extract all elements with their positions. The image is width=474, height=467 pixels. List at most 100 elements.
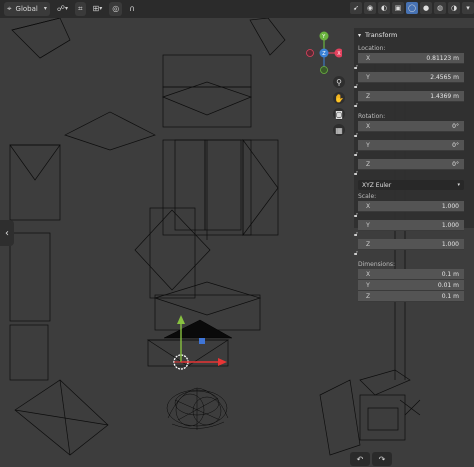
- cursor-tool-button[interactable]: ➹: [350, 2, 362, 14]
- undo-button[interactable]: ↶: [350, 452, 370, 466]
- shading-rendered-button[interactable]: ◑: [448, 2, 460, 14]
- dimensions-x-field[interactable]: X 0.1 m: [358, 269, 464, 280]
- undo-redo-controls: ↶ ↷: [350, 452, 392, 466]
- axis-label: Z: [365, 160, 371, 168]
- axis-label: Z: [365, 92, 371, 100]
- undo-icon: ↶: [356, 454, 364, 464]
- redo-icon: ↷: [378, 454, 386, 464]
- lock-icon[interactable]: 🔓︎: [354, 250, 358, 257]
- xray-button[interactable]: ▣: [392, 2, 404, 14]
- field-value: 0.01 m: [437, 281, 459, 289]
- zoom-icon: ⚲: [336, 77, 342, 87]
- lock-icon[interactable]: 🔓︎: [354, 151, 358, 158]
- transform-orientation-icon: ⌖: [7, 4, 12, 13]
- proportional-edit-icon: ◎: [112, 4, 120, 13]
- scale-y-field[interactable]: Y 1.000: [358, 220, 464, 231]
- axis-label: X: [365, 54, 371, 62]
- camera-view-button[interactable]: ◙: [333, 108, 345, 120]
- axis-label: X: [365, 202, 371, 210]
- shading-popover-button[interactable]: ▾: [462, 2, 474, 14]
- gizmo-neg-x-axis[interactable]: [306, 49, 314, 57]
- overlay-button[interactable]: ◐: [378, 2, 390, 14]
- shading-wireframe-button[interactable]: ◯: [406, 2, 418, 14]
- chevron-down-icon: ▾: [99, 5, 103, 12]
- rotation-mode-value: XYZ Euler: [362, 181, 392, 189]
- viewport-header: ⌖ Global ▾ ☍ ▾ ⌗ ⊞ ▾ ◎ ∩ ➹ ◉ ◐ ▣ ◯ ● ◍ ◑…: [0, 0, 474, 18]
- redo-button[interactable]: ↷: [372, 452, 392, 466]
- shading-material-button[interactable]: ◍: [434, 2, 446, 14]
- rotation-z-field[interactable]: Z 0°: [358, 159, 464, 170]
- snap-settings-button[interactable]: ⊞ ▾: [90, 2, 106, 16]
- snap-button[interactable]: ⌗: [75, 2, 86, 16]
- field-value: 0.81123 m: [426, 54, 459, 62]
- xray-icon: ▣: [394, 4, 402, 12]
- transform-orientation-dropdown[interactable]: ⌖ Global ▾: [4, 2, 50, 16]
- toolbar-expand-button[interactable]: ‹: [0, 220, 14, 246]
- lock-icon[interactable]: 🔓︎: [354, 170, 358, 177]
- panel-title: Transform: [365, 31, 398, 39]
- transform-orientation-label: Global: [15, 5, 38, 13]
- dimensions-z-field[interactable]: Z 0.1 m: [358, 291, 464, 302]
- field-value: 1.000: [441, 202, 459, 210]
- pivot-point-button[interactable]: ☍ ▾: [54, 2, 71, 16]
- chevron-down-icon: ▾: [457, 182, 460, 188]
- falloff-button[interactable]: ∩: [126, 2, 138, 16]
- chevron-down-icon: ▾: [43, 5, 47, 12]
- location-label: Location:: [358, 45, 386, 52]
- chevron-down-icon: ▾: [64, 5, 68, 12]
- shading-material-icon: ◍: [436, 4, 444, 12]
- lock-icon[interactable]: 🔓︎: [354, 83, 358, 90]
- shading-solid-button[interactable]: ●: [420, 2, 432, 14]
- pan-button[interactable]: ✋: [333, 92, 345, 104]
- location-y-field[interactable]: Y 2.4565 m: [358, 72, 464, 83]
- sidebar-transform-panel: ▾ Transform Location: X 0.81123 m 🔓︎ Y 2.45…: [354, 28, 474, 302]
- zoom-button[interactable]: ⚲: [333, 76, 345, 88]
- field-value: 1.000: [441, 240, 459, 248]
- rotation-y-field[interactable]: Y 0°: [358, 140, 464, 151]
- 3d-viewport[interactable]: ⌖ Global ▾ ☍ ▾ ⌗ ⊞ ▾ ◎ ∩ ➹ ◉ ◐ ▣ ◯ ● ◍ ◑…: [0, 0, 474, 467]
- lock-icon[interactable]: 🔓︎: [354, 212, 358, 219]
- scale-z-field[interactable]: Z 1.000: [358, 239, 464, 250]
- axis-label: X: [365, 122, 371, 130]
- visibility-button[interactable]: ◉: [364, 2, 376, 14]
- gizmo-x-label: X: [337, 51, 341, 57]
- field-value: 0.1 m: [441, 292, 459, 300]
- pivot-icon: ☍: [56, 4, 65, 13]
- cursor-icon: ➹: [353, 4, 359, 12]
- scale-x-field[interactable]: X 1.000: [358, 201, 464, 212]
- shading-wireframe-icon: ◯: [408, 4, 416, 12]
- lock-icon[interactable]: 🔓︎: [354, 64, 358, 71]
- rotation-mode-dropdown[interactable]: XYZ Euler ▾: [358, 180, 464, 190]
- location-z-field[interactable]: Z 1.4369 m: [358, 91, 464, 102]
- axis-label: Y: [366, 73, 370, 81]
- chevron-down-icon: ▾: [358, 31, 362, 39]
- proportional-edit-button[interactable]: ◎: [109, 2, 123, 16]
- axis-label: Y: [366, 221, 370, 229]
- lock-icon[interactable]: 🔓︎: [354, 132, 358, 139]
- falloff-icon: ∩: [129, 4, 136, 13]
- rotation-x-field[interactable]: X 0°: [358, 121, 464, 132]
- shading-rendered-icon: ◑: [450, 4, 458, 12]
- rotation-label: Rotation:: [358, 113, 386, 120]
- axis-label: X: [365, 270, 371, 278]
- camera-icon: ◙: [335, 109, 343, 119]
- lock-icon[interactable]: 🔓︎: [354, 102, 358, 109]
- field-value: 1.4369 m: [430, 92, 459, 100]
- overlay-popover-icon: ▾: [466, 4, 470, 12]
- hand-icon: ✋: [334, 93, 344, 103]
- location-x-field[interactable]: X 0.81123 m: [358, 53, 464, 64]
- navigation-gizmo[interactable]: Y X Z: [306, 30, 342, 76]
- dimensions-label: Dimensions:: [358, 261, 396, 268]
- gizmo-z-label: Z: [322, 51, 326, 57]
- field-value: 0°: [452, 141, 459, 149]
- axis-label: Z: [365, 240, 371, 248]
- chevron-left-icon: ‹: [5, 227, 9, 239]
- field-value: 0°: [452, 122, 459, 130]
- ortho-toggle-button[interactable]: ▦: [333, 124, 345, 136]
- lock-icon[interactable]: 🔓︎: [354, 231, 358, 238]
- gizmo-neg-y-axis[interactable]: [320, 66, 328, 74]
- transform-panel-header[interactable]: ▾ Transform: [354, 28, 474, 42]
- field-value: 1.000: [441, 221, 459, 229]
- field-value: 2.4565 m: [430, 73, 459, 81]
- dimensions-y-field[interactable]: Y 0.01 m: [358, 280, 464, 291]
